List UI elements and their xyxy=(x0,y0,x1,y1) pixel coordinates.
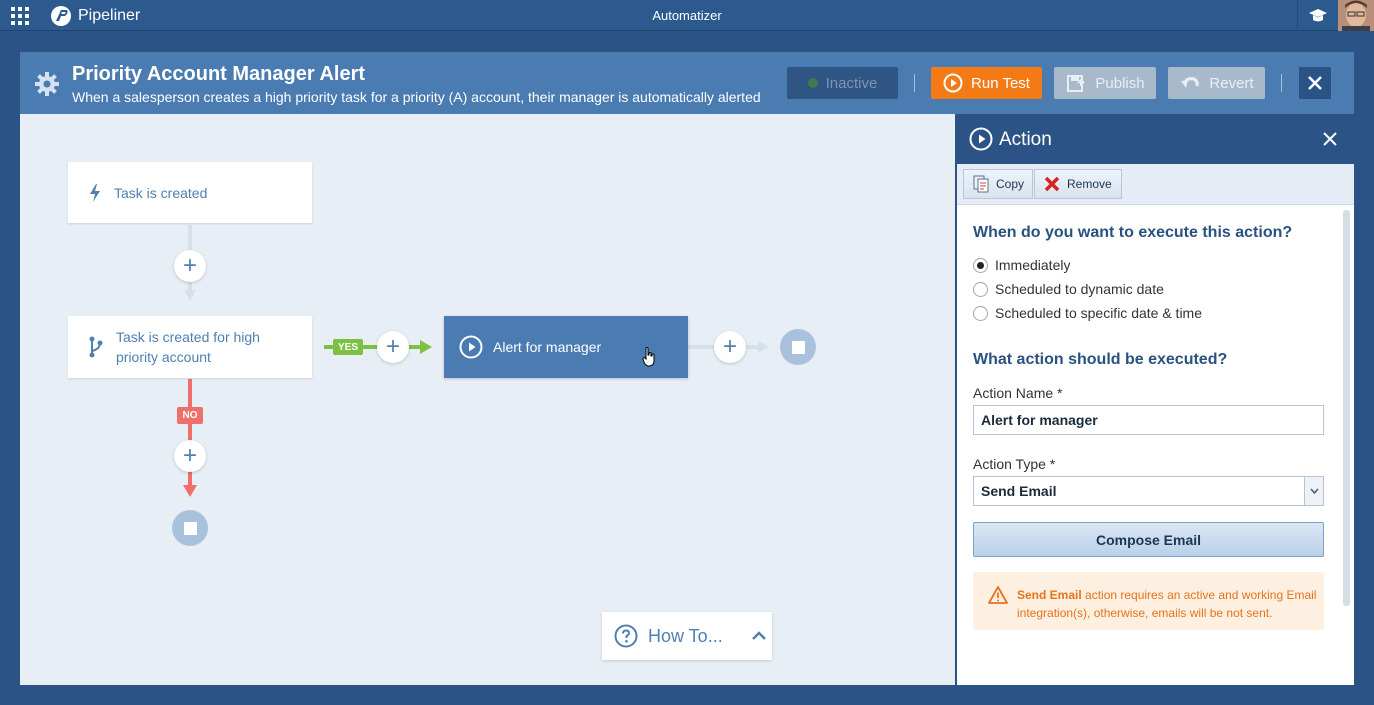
add-step-button[interactable]: + xyxy=(714,331,746,363)
add-step-button[interactable]: + xyxy=(174,440,206,472)
copy-button[interactable]: Copy xyxy=(963,169,1033,199)
warning-icon xyxy=(988,586,1008,604)
copy-label: Copy xyxy=(995,177,1024,191)
when-heading: When do you want to execute this action? xyxy=(973,224,1293,241)
action-type-label: Action Type * xyxy=(973,456,1056,472)
revert-icon xyxy=(1181,77,1200,88)
compose-email-button[interactable]: Compose Email xyxy=(973,522,1324,557)
radio-dynamic-date[interactable]: Scheduled to dynamic date xyxy=(973,281,1164,297)
gear-icon[interactable] xyxy=(34,71,60,97)
radio-immediately[interactable]: Immediately xyxy=(973,257,1070,273)
status-label: Inactive xyxy=(825,74,878,92)
side-panel-toolbar: Copy Remove xyxy=(957,164,1354,205)
radio-button[interactable] xyxy=(973,305,988,321)
run-test-label: Run Test xyxy=(971,74,1030,92)
automation-header: Priority Account Manager Alert When a sa… xyxy=(20,52,1354,114)
action-side-panel: Action Copy Remove When do you want to e… xyxy=(955,114,1354,685)
action-type-select[interactable]: Send Email xyxy=(973,476,1324,506)
radio-label: Scheduled to dynamic date xyxy=(995,281,1164,297)
close-button[interactable] xyxy=(1299,67,1331,99)
publish-button[interactable]: Publish xyxy=(1054,67,1156,99)
copy-icon xyxy=(973,175,989,193)
end-node xyxy=(780,329,816,365)
warning-message: Send Email action requires an active and… xyxy=(1017,586,1317,622)
dropdown-toggle[interactable] xyxy=(1304,477,1323,505)
side-panel-header: Action xyxy=(957,114,1354,164)
user-avatar[interactable] xyxy=(1338,0,1374,31)
academy-hat-icon[interactable] xyxy=(1297,0,1337,31)
close-icon[interactable] xyxy=(1321,130,1339,148)
add-step-button[interactable]: + xyxy=(377,331,409,363)
page-subtitle: When a salesperson creates a high priori… xyxy=(72,89,761,105)
warning-box: Send Email action requires an active and… xyxy=(973,572,1324,630)
status-dot-icon xyxy=(807,78,818,88)
action-label: Alert for manager xyxy=(493,339,602,355)
condition-label: Task is created for high priority accoun… xyxy=(116,329,260,365)
how-to-button[interactable]: How To... xyxy=(602,612,772,660)
add-step-button[interactable]: + xyxy=(174,250,206,282)
scrollbar[interactable] xyxy=(1343,210,1350,606)
action-name-label: Action Name * xyxy=(973,385,1063,401)
radio-specific-date[interactable]: Scheduled to specific date & time xyxy=(973,305,1202,321)
play-circle-icon xyxy=(969,127,993,151)
trigger-card[interactable]: Task is created xyxy=(68,162,312,223)
how-to-label: How To... xyxy=(648,625,723,646)
publish-label: Publish xyxy=(1095,74,1145,92)
action-type-value: Send Email xyxy=(981,483,1057,499)
action-card-selected[interactable]: Alert for manager xyxy=(444,316,688,378)
app-title: Automatizer xyxy=(652,8,722,23)
revert-button[interactable]: Revert xyxy=(1168,67,1265,99)
what-heading: What action should be executed? xyxy=(973,351,1228,368)
branch-icon xyxy=(89,336,103,358)
play-icon xyxy=(943,73,963,93)
automation-panel: Priority Account Manager Alert When a sa… xyxy=(20,52,1354,685)
action-name-input[interactable]: Alert for manager xyxy=(973,405,1324,435)
publish-icon xyxy=(1067,75,1086,92)
chevron-down-icon xyxy=(1309,488,1319,494)
yes-badge: YES xyxy=(333,339,363,355)
chevron-up-icon xyxy=(751,631,766,640)
hand-cursor-icon xyxy=(642,347,655,367)
remove-button[interactable]: Remove xyxy=(1034,169,1122,199)
lightning-icon xyxy=(90,183,100,202)
play-circle-icon xyxy=(459,335,483,359)
trigger-label: Task is created xyxy=(114,184,208,201)
divider xyxy=(914,74,915,92)
page-title: Priority Account Manager Alert xyxy=(72,63,366,85)
no-badge: NO xyxy=(177,407,203,424)
top-bar: Pipeliner Automatizer xyxy=(0,0,1374,31)
help-icon xyxy=(614,624,638,648)
side-panel-title: Action xyxy=(999,129,1052,150)
run-test-button[interactable]: Run Test xyxy=(931,67,1042,99)
divider xyxy=(1281,74,1282,92)
stop-icon xyxy=(183,521,197,535)
radio-button[interactable] xyxy=(973,257,988,273)
end-node xyxy=(172,510,208,546)
remove-label: Remove xyxy=(1067,177,1112,191)
close-icon xyxy=(1308,76,1322,90)
warning-strong: Send Email xyxy=(1017,588,1082,602)
radio-button[interactable] xyxy=(973,281,988,297)
stop-icon xyxy=(791,340,805,354)
revert-label: Revert xyxy=(1209,74,1254,92)
status-toggle-button[interactable]: Inactive xyxy=(787,67,898,99)
remove-x-icon xyxy=(1044,176,1060,192)
radio-label: Immediately xyxy=(995,257,1071,273)
condition-card[interactable]: Task is created for high priority accoun… xyxy=(68,316,312,378)
radio-label: Scheduled to specific date & time xyxy=(995,305,1203,321)
